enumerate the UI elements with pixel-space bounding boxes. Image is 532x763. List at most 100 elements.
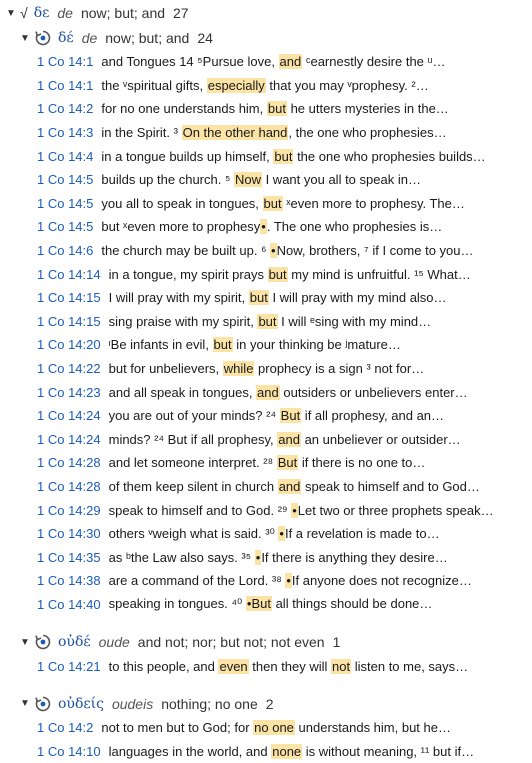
occurrence-row[interactable]: 1 Co 14:5 builds up the church. ⁵ Now I w…	[0, 168, 532, 192]
occurrence-row[interactable]: 1 Co 14:2 for no one understands him, but…	[0, 97, 532, 121]
occurrence-row[interactable]: 1 Co 14:1 and Tongues 14 ⁵Pursue love, an…	[0, 50, 532, 74]
highlighted-word: but	[248, 290, 269, 306]
group-count: 24	[197, 30, 213, 46]
context-text: but ˣeven more to prophesy•. The one who…	[101, 219, 442, 235]
context-before: builds up the church. ⁵	[101, 172, 234, 188]
verse-reference-link[interactable]: 1 Co 14:40	[37, 597, 101, 612]
context-after: is without meaning, ¹¹ but if…	[302, 743, 475, 759]
group-lemma: δέ	[58, 30, 74, 46]
occurrence-row[interactable]: 1 Co 14:40 speaking in tongues. ⁴⁰ •But a…	[0, 593, 532, 617]
verse-reference-link[interactable]: 1 Co 14:3	[37, 125, 93, 140]
collapse-triangle-icon[interactable]: ▼	[6, 8, 20, 19]
highlighted-word: •But	[245, 596, 272, 612]
occurrence-row[interactable]: 1 Co 14:21 to this people, and even then …	[0, 654, 532, 678]
occurrence-row[interactable]: 1 Co 14:3 in the Spirit. ³ On the other h…	[0, 121, 532, 145]
group-count: 1	[332, 634, 341, 651]
root-translit: de	[57, 5, 73, 21]
verse-reference-link[interactable]: 1 Co 14:28	[37, 479, 101, 494]
verse-reference-link[interactable]: 1 Co 14:15	[37, 314, 101, 329]
verse-reference-link[interactable]: 1 Co 14:10	[37, 744, 101, 759]
verse-reference-link[interactable]: 1 Co 14:20	[37, 337, 101, 352]
occurrence-row[interactable]: 1 Co 14:23 and all speak in tongues, and …	[0, 380, 532, 404]
verse-reference-link[interactable]: 1 Co 14:35	[37, 550, 101, 565]
lemma-group-header[interactable]: ▼ οὐδείς oudeis nothing; no one 2	[0, 692, 532, 716]
verse-reference-link[interactable]: 1 Co 14:21	[37, 659, 101, 674]
group-translit: oudeis	[111, 695, 154, 712]
context-after: he utters mysteries in the…	[286, 101, 449, 117]
lemma-group-header[interactable]: ▼ δέ de now; but; and 24	[0, 26, 532, 50]
root-node[interactable]: ▼ √ δε de now; but; and 27	[0, 0, 532, 26]
context-before: and Tongues 14 ⁵Pursue love,	[101, 54, 279, 70]
context-before: minds? ²⁴ But if all prophesy,	[108, 431, 278, 447]
occurrence-row[interactable]: 1 Co 14:35 as ᵇthe Law also says. ³⁵ •If …	[0, 545, 532, 569]
occurrence-row[interactable]: 1 Co 14:14 in a tongue, my spirit prays b…	[0, 262, 532, 286]
occurrence-row[interactable]: 1 Co 14:15 sing praise with my spirit, bu…	[0, 310, 532, 334]
verse-reference-link[interactable]: 1 Co 14:5	[37, 172, 93, 187]
context-before: but for unbelievers,	[108, 361, 223, 377]
occurrence-row[interactable]: 1 Co 14:22 but for unbelievers, while pro…	[0, 357, 532, 381]
verse-reference-link[interactable]: 1 Co 14:4	[37, 149, 93, 164]
context-after: all things should be done…	[271, 596, 433, 612]
group-gloss: and not; nor; but not; not even	[137, 634, 325, 651]
context-after: listen to me, says…	[351, 658, 469, 674]
occurrence-row[interactable]: 1 Co 14:5 but ˣeven more to prophesy•. Th…	[0, 215, 532, 239]
context-after: in your thinking be ʲmature…	[232, 337, 401, 353]
occurrence-row[interactable]: 1 Co 14:15 I will pray with my spirit, bu…	[0, 286, 532, 310]
lemma-form-icon	[34, 29, 52, 47]
occurrence-row[interactable]: 1 Co 14:2 not to men but to God; for no o…	[0, 716, 532, 740]
verse-reference-link[interactable]: 1 Co 14:23	[37, 385, 101, 400]
collapse-triangle-icon[interactable]: ▼	[20, 637, 34, 648]
verse-reference-link[interactable]: 1 Co 14:24	[37, 408, 101, 423]
context-text: and let someone interpret. ²⁸ But if the…	[109, 455, 426, 471]
context-after: my mind is unfruitful. ¹⁵ What…	[287, 266, 471, 282]
verse-reference-link[interactable]: 1 Co 14:24	[37, 432, 101, 447]
lemma-group-header[interactable]: ▼ οὐδέ oude and not; nor; but not; not even…	[0, 630, 532, 654]
verse-reference-link[interactable]: 1 Co 14:1	[37, 54, 93, 69]
context-after: if there is no one to…	[298, 455, 426, 471]
highlighted-word: not	[331, 658, 352, 674]
occurrence-row[interactable]: 1 Co 14:24 you are out of your minds? ²⁴ …	[0, 404, 532, 428]
context-after: that you may ᵛprophesy. ²…	[265, 77, 429, 93]
verse-reference-link[interactable]: 1 Co 14:1	[37, 78, 93, 93]
verse-reference-link[interactable]: 1 Co 14:6	[37, 243, 93, 258]
verse-reference-link[interactable]: 1 Co 14:29	[37, 503, 101, 518]
verse-reference-link[interactable]: 1 Co 14:2	[37, 101, 93, 116]
group-gloss: now; but; and	[105, 30, 190, 46]
group-translit: oude	[98, 634, 130, 651]
verse-reference-link[interactable]: 1 Co 14:15	[37, 290, 101, 305]
occurrence-row[interactable]: 1 Co 14:28 of them keep silent in church …	[0, 475, 532, 499]
root-sign-icon: √	[20, 5, 28, 21]
context-text: to this people, and even then they will …	[109, 658, 469, 674]
collapse-triangle-icon[interactable]: ▼	[20, 33, 34, 44]
occurrence-row[interactable]: 1 Co 14:28 and let someone interpret. ²⁸ …	[0, 451, 532, 475]
verse-reference-link[interactable]: 1 Co 14:28	[37, 455, 101, 470]
occurrence-row[interactable]: 1 Co 14:29 speak to himself and to God. ²…	[0, 498, 532, 522]
verse-reference-link[interactable]: 1 Co 14:5	[37, 196, 93, 211]
context-text: I will pray with my spirit, but I will p…	[109, 290, 447, 306]
group-lemma: οὐδέ	[58, 634, 91, 651]
occurrence-row[interactable]: 1 Co 14:4 in a tongue builds up himself, …	[0, 144, 532, 168]
context-text: and all speak in tongues, and outsiders …	[109, 384, 468, 400]
occurrence-row[interactable]: 1 Co 14:24 minds? ²⁴ But if all prophesy,…	[0, 428, 532, 452]
context-text: not to men but to God; for no one unders…	[101, 720, 451, 736]
group-translit: de	[81, 30, 98, 46]
occurrence-row[interactable]: 1 Co 14:30 others ᵛweigh what is said. ³⁰…	[0, 522, 532, 546]
verse-reference-link[interactable]: 1 Co 14:30	[37, 526, 101, 541]
verse-reference-link[interactable]: 1 Co 14:2	[37, 720, 93, 735]
verse-reference-link[interactable]: 1 Co 14:22	[37, 361, 101, 376]
collapse-triangle-icon[interactable]: ▼	[20, 698, 34, 709]
highlighted-word: especially	[206, 77, 266, 93]
context-before: speaking in tongues. ⁴⁰	[108, 596, 246, 612]
occurrence-row[interactable]: 1 Co 14:20 ᶦBe infants in evil, but in yo…	[0, 333, 532, 357]
verse-reference-link[interactable]: 1 Co 14:38	[37, 573, 101, 588]
verse-reference-link[interactable]: 1 Co 14:14	[37, 267, 101, 282]
context-after: If a revelation is made to…	[284, 525, 440, 541]
verse-reference-link[interactable]: 1 Co 14:5	[37, 219, 93, 234]
context-text: speaking in tongues. ⁴⁰ •But all things …	[108, 596, 433, 612]
occurrence-row[interactable]: 1 Co 14:1 the ᵛspiritual gifts, especiall…	[0, 74, 532, 98]
context-after: If there is anything they desire…	[261, 549, 448, 565]
occurrence-row[interactable]: 1 Co 14:38 are a command of the Lord. ³⁸ …	[0, 569, 532, 593]
root-gloss: now; but; and	[80, 5, 166, 21]
occurrence-row[interactable]: 1 Co 14:5 you all to speak in tongues, bu…	[0, 192, 532, 216]
occurrence-row[interactable]: 1 Co 14:6 the church may be built up. ⁶ •…	[0, 239, 532, 263]
